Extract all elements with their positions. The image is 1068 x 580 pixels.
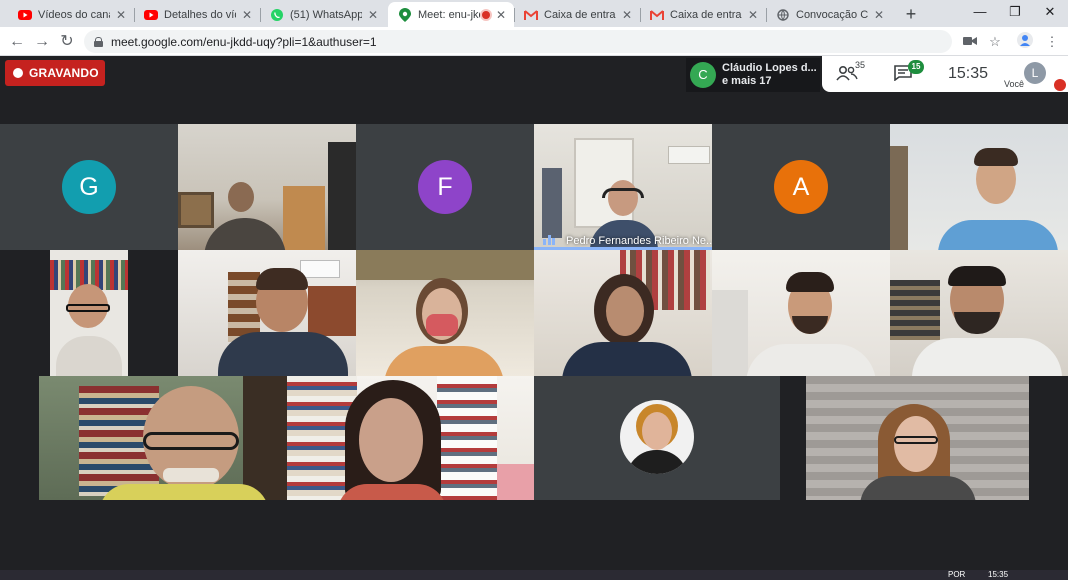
record-dot-icon bbox=[13, 68, 23, 78]
chat-count-badge: 15 bbox=[908, 60, 924, 74]
tab-title: Convocação CONS bbox=[796, 8, 868, 21]
tab-title: Detalhes do vídeo bbox=[164, 8, 236, 21]
participant-tile-f[interactable]: F bbox=[356, 124, 534, 250]
self-label: Você bbox=[1004, 79, 1025, 89]
close-tab-icon[interactable]: ✕ bbox=[746, 8, 760, 22]
tab-strip: Vídeos do canal - ✕ Detalhes do vídeo ✕ … bbox=[0, 0, 1068, 27]
taskbar-language[interactable]: POR bbox=[948, 570, 965, 580]
tab-detalhes-do-video[interactable]: Detalhes do vídeo ✕ bbox=[134, 2, 260, 27]
tab-title: Vídeos do canal - bbox=[38, 8, 110, 21]
tab-title: Caixa de entrada ( bbox=[670, 8, 742, 21]
mic-off-icon bbox=[1054, 79, 1066, 91]
youtube-icon bbox=[144, 8, 158, 22]
browser-window: Vídeos do canal - ✕ Detalhes do vídeo ✕ … bbox=[0, 0, 1068, 580]
tab-videos-do-canal[interactable]: Vídeos do canal - ✕ bbox=[8, 2, 134, 27]
presenter-chip[interactable]: C Cláudio Lopes d... e mais 17 bbox=[686, 58, 820, 92]
close-tab-icon[interactable]: ✕ bbox=[872, 8, 886, 22]
reload-button[interactable]: ↻ bbox=[56, 31, 78, 53]
participant-tile-a[interactable]: A bbox=[712, 124, 890, 250]
restore-button[interactable]: ❐ bbox=[997, 0, 1033, 24]
recording-indicator-icon bbox=[482, 10, 490, 19]
participant-tile-g[interactable]: G bbox=[0, 124, 178, 250]
participant-video-tile[interactable] bbox=[178, 124, 356, 250]
participant-video-tile[interactable] bbox=[178, 250, 356, 376]
close-window-button[interactable]: ✕ bbox=[1032, 0, 1068, 24]
self-avatar: L bbox=[1024, 62, 1046, 84]
recording-badge: GRAVANDO bbox=[5, 60, 105, 86]
gmail-icon bbox=[524, 8, 538, 22]
presenter-text: Cláudio Lopes d... e mais 17 bbox=[722, 62, 817, 88]
participant-name-label: Pedro Fernandes Ribeiro Ne... bbox=[566, 235, 712, 247]
gmail-icon bbox=[650, 8, 664, 22]
tab-gmail-1[interactable]: Caixa de entrada ( ✕ bbox=[514, 2, 640, 27]
close-tab-icon[interactable]: ✕ bbox=[494, 8, 508, 22]
people-count: 35 bbox=[855, 60, 866, 70]
audio-level-icon bbox=[543, 235, 555, 245]
camera-icon[interactable] bbox=[960, 32, 980, 52]
participant-video-tile[interactable] bbox=[287, 376, 534, 500]
address-bar: ← → ↻ meet.google.com/enu-jkdd-uqy?pli=1… bbox=[0, 27, 1068, 56]
profile-avatar[interactable] bbox=[1015, 32, 1035, 52]
meet-stage: GRAVANDO C Cláudio Lopes d... e mais 17 … bbox=[0, 56, 1068, 570]
tab-title: Caixa de entrada ( bbox=[544, 8, 616, 21]
tab-title: Meet: enu-jkd bbox=[418, 8, 480, 21]
participant-video-tile[interactable] bbox=[806, 376, 1029, 500]
participant-video-tile[interactable] bbox=[534, 250, 712, 376]
close-tab-icon[interactable]: ✕ bbox=[620, 8, 634, 22]
windows-taskbar: POR 15:35 bbox=[0, 570, 1068, 580]
url-field[interactable]: meet.google.com/enu-jkdd-uqy?pli=1&authu… bbox=[84, 30, 952, 53]
participant-video-tile[interactable] bbox=[39, 376, 287, 500]
participant-profile-photo bbox=[620, 400, 694, 474]
participant-video-tile[interactable] bbox=[356, 250, 534, 376]
participant-video-tile[interactable] bbox=[712, 250, 890, 376]
participant-photo-tile[interactable] bbox=[534, 376, 780, 500]
tab-meet[interactable]: Meet: enu-jkd ✕ bbox=[388, 2, 514, 27]
minimize-button[interactable]: — bbox=[962, 0, 998, 24]
bookmark-star-icon[interactable]: ☆ bbox=[985, 32, 1005, 52]
forward-button[interactable]: → bbox=[31, 31, 53, 53]
whatsapp-icon bbox=[270, 8, 284, 22]
meeting-clock: 15:35 bbox=[948, 65, 989, 82]
url-text: meet.google.com/enu-jkdd-uqy?pli=1&authu… bbox=[111, 34, 377, 49]
participant-video-tile[interactable] bbox=[50, 250, 128, 376]
participant-avatar-f: F bbox=[418, 160, 472, 214]
tab-title: (51) WhatsApp bbox=[290, 8, 362, 21]
participant-video-tile[interactable] bbox=[890, 250, 1068, 376]
globe-icon bbox=[776, 8, 790, 22]
presenter-others: e mais 17 bbox=[722, 75, 772, 87]
tab-convocacao[interactable]: Convocação CONS ✕ bbox=[766, 2, 892, 27]
back-button[interactable]: ← bbox=[6, 31, 28, 53]
menu-dots-icon[interactable]: ⋮ bbox=[1042, 32, 1062, 52]
new-tab-button[interactable]: + bbox=[900, 3, 922, 25]
participant-video-tile[interactable] bbox=[890, 124, 1068, 250]
tab-gmail-2[interactable]: Caixa de entrada ( ✕ bbox=[640, 2, 766, 27]
meeting-top-panel: 35 15 15:35 L Você bbox=[822, 56, 1068, 92]
participant-avatar-g: G bbox=[62, 160, 116, 214]
participant-avatar-a: A bbox=[774, 160, 828, 214]
active-speaker-tile[interactable]: Pedro Fernandes Ribeiro Ne... bbox=[534, 124, 712, 250]
meet-icon bbox=[398, 7, 412, 22]
presenter-avatar: C bbox=[690, 62, 716, 88]
lock-icon bbox=[94, 36, 103, 47]
tab-whatsapp[interactable]: (51) WhatsApp ✕ bbox=[260, 2, 386, 27]
presenter-name: Cláudio Lopes d... bbox=[722, 62, 817, 74]
taskbar-clock[interactable]: 15:35 bbox=[988, 570, 1008, 580]
youtube-icon bbox=[18, 8, 32, 22]
recording-label: GRAVANDO bbox=[29, 66, 99, 80]
close-tab-icon[interactable]: ✕ bbox=[114, 8, 128, 22]
close-tab-icon[interactable]: ✕ bbox=[240, 8, 254, 22]
close-tab-icon[interactable]: ✕ bbox=[366, 8, 380, 22]
